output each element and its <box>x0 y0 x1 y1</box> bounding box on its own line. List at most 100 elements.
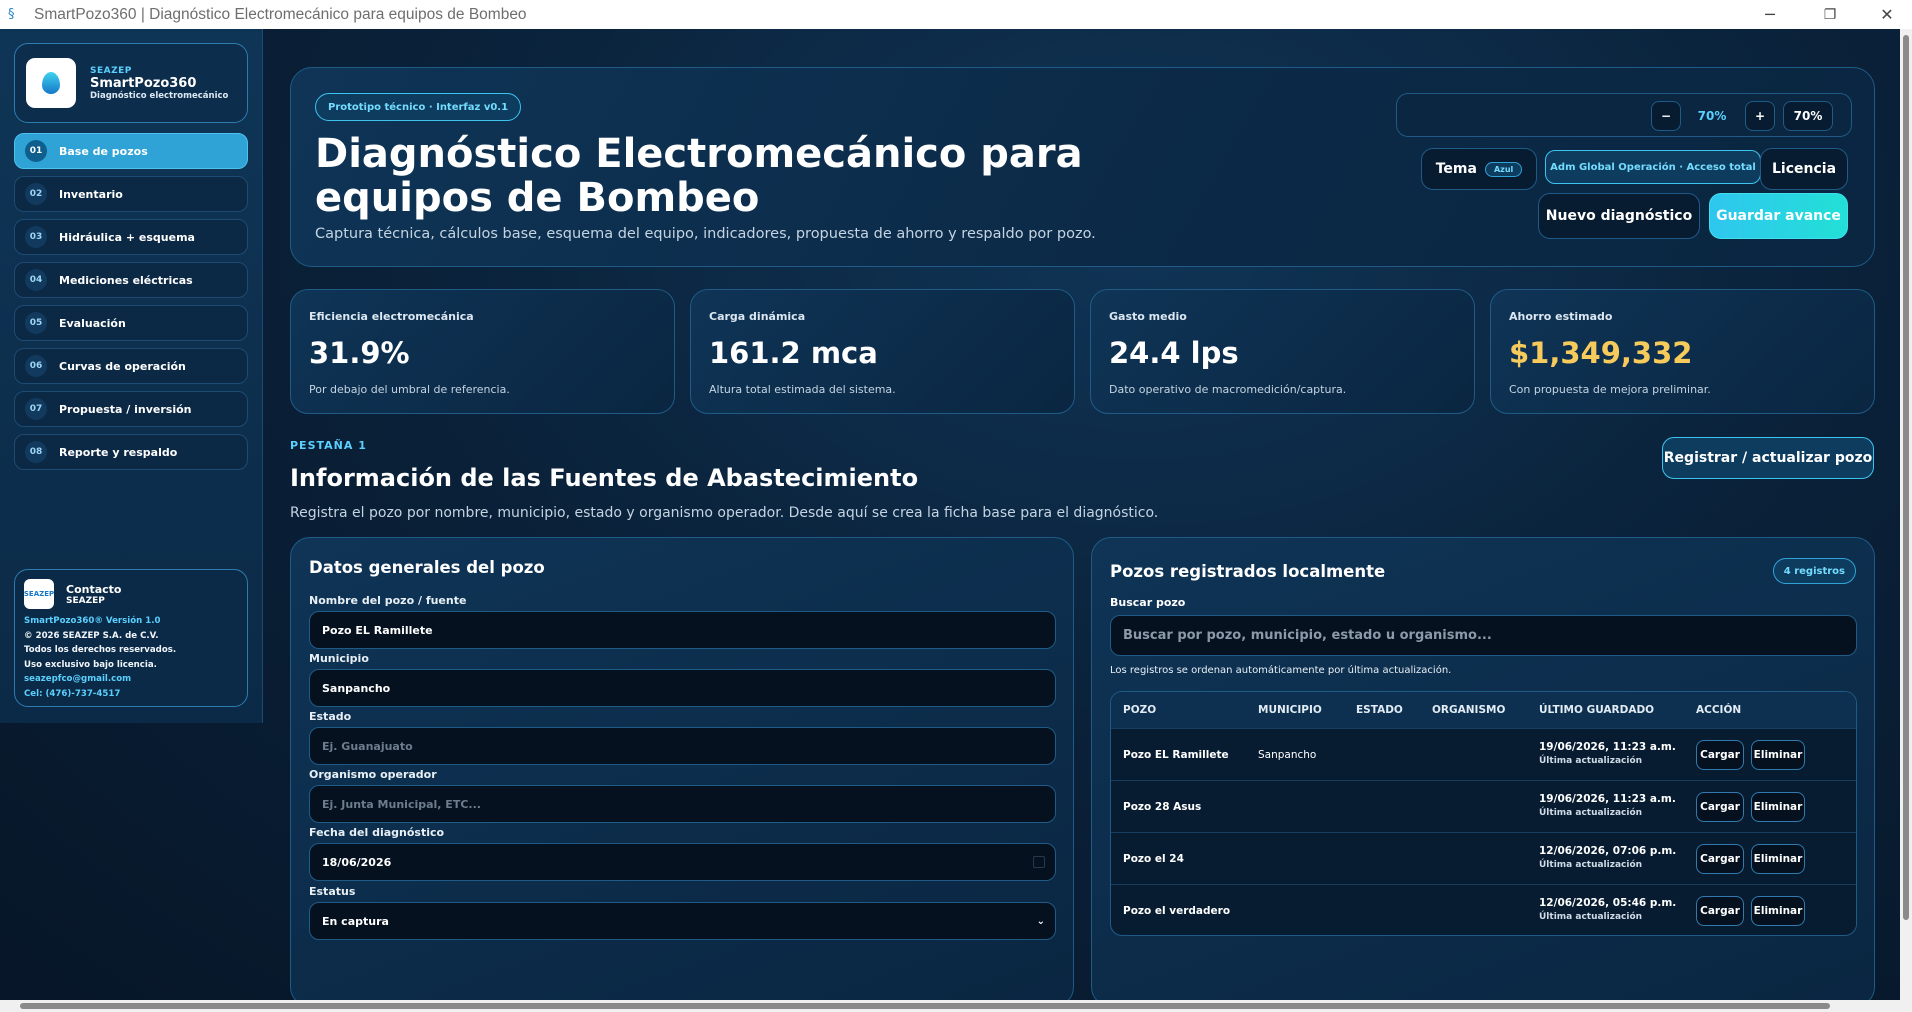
scrollbar-thumb[interactable] <box>20 1003 1830 1009</box>
kpi-value: $1,349,332 <box>1509 336 1693 370</box>
register-well-button[interactable]: Registrar / actualizar pozo <box>1662 437 1874 479</box>
close-icon[interactable]: ✕ <box>1862 0 1912 29</box>
save-progress-button[interactable]: Guardar avance <box>1709 193 1848 239</box>
nav-number: 07 <box>25 398 47 420</box>
kpi-value: 161.2 mca <box>709 336 878 370</box>
app-main: SEAZEP SmartPozo360 Diagnóstico electrom… <box>0 29 1900 1007</box>
zoom-out-button[interactable]: − <box>1651 101 1681 131</box>
cell-last-saved: 19/06/2026, 11:23 a.m. Última actualizaci… <box>1539 741 1676 768</box>
delete-button[interactable]: Eliminar <box>1751 739 1805 770</box>
cell-pozo: Pozo EL Ramillete <box>1123 748 1229 761</box>
delete-button[interactable]: Eliminar <box>1751 843 1805 874</box>
hero-panel: Prototipo técnico · Interfaz v0.1 Diagnó… <box>290 67 1875 267</box>
date-input[interactable]: 18/06/2026 <box>309 843 1056 881</box>
zoom-control: − 70% + 70% <box>1396 93 1852 137</box>
sidebar-item-label: Propuesta / inversión <box>59 402 192 416</box>
brand-tagline: Diagnóstico electromecánico <box>90 90 229 101</box>
contact-org: SEAZEP <box>66 595 105 606</box>
sidebar-item-propuesta[interactable]: 07 Propuesta / inversión <box>14 391 248 427</box>
cell-last-saved: 12/06/2026, 05:46 p.m. Última actualizaci… <box>1539 897 1676 924</box>
brand-name: SmartPozo360 <box>90 75 197 91</box>
theme-selector[interactable]: Tema Azul <box>1421 148 1537 190</box>
kpi-desc: Altura total estimada del sistema. <box>709 383 896 396</box>
sidebar-item-hidraulica[interactable]: 03 Hidráulica + esquema <box>14 219 248 255</box>
well-name-input[interactable] <box>309 611 1056 649</box>
nav-number: 01 <box>25 140 47 162</box>
list-title: Pozos registrados localmente <box>1110 562 1386 581</box>
kpi-value: 24.4 lps <box>1109 336 1239 370</box>
horizontal-scrollbar[interactable] <box>0 1000 1912 1012</box>
nav-number: 04 <box>25 269 47 291</box>
contact-email[interactable]: seazepfco@gmail.com <box>24 672 238 687</box>
kpi-card-carga: Carga dinámica 161.2 mca Altura total es… <box>690 289 1075 414</box>
well-form-card: Datos generales del pozo Nombre del pozo… <box>290 537 1074 1007</box>
license-button[interactable]: Licencia <box>1760 148 1848 190</box>
status-value: En captura <box>322 914 389 928</box>
kpi-row: Eficiencia electromecánica 31.9% Por deb… <box>290 289 1875 414</box>
kpi-label: Ahorro estimado <box>1509 310 1613 323</box>
zoom-reset-button[interactable]: 70% <box>1783 101 1833 131</box>
water-drop-icon <box>42 72 60 94</box>
kpi-label: Carga dinámica <box>709 310 806 323</box>
status-select[interactable]: En captura ⌄ <box>309 902 1056 940</box>
admin-access-badge[interactable]: Adm Global Operación · Acceso total <box>1545 150 1761 184</box>
estado-label: Estado <box>309 710 352 723</box>
zoom-value: 70% <box>1697 109 1727 123</box>
column-header: ACCIÓN <box>1696 704 1742 716</box>
sidebar-item-label: Hidráulica + esquema <box>59 230 195 244</box>
contact-phone: Cel: (476)-737-4517 <box>24 688 121 699</box>
contact-license: Uso exclusivo bajo licencia. <box>24 659 157 670</box>
kpi-desc: Dato operativo de macromedición/captura. <box>1109 383 1347 396</box>
nav-number: 02 <box>25 183 47 205</box>
load-button[interactable]: Cargar <box>1696 791 1744 822</box>
sidebar-item-label: Reporte y respaldo <box>59 445 178 459</box>
theme-label: Tema <box>1435 161 1477 177</box>
sidebar-item-evaluacion[interactable]: 05 Evaluación <box>14 305 248 341</box>
contact-logo: SEAZEP <box>24 579 54 609</box>
sidebar-item-inventario[interactable]: 02 Inventario <box>14 176 248 212</box>
maximize-icon[interactable]: ❐ <box>1805 0 1855 29</box>
load-button[interactable]: Cargar <box>1696 895 1744 926</box>
calendar-icon[interactable] <box>1033 856 1045 868</box>
column-header: ORGANISMO <box>1432 704 1506 716</box>
section-kicker: PESTAÑA 1 <box>290 439 367 452</box>
nav-number: 03 <box>25 226 47 248</box>
kpi-card-gasto: Gasto medio 24.4 lps Dato operativo de m… <box>1090 289 1475 414</box>
sidebar-item-curvas[interactable]: 06 Curvas de operación <box>14 348 248 384</box>
load-button[interactable]: Cargar <box>1696 843 1744 874</box>
cell-pozo: Pozo el verdadero <box>1123 904 1231 917</box>
last-saved-note: Última actualización <box>1539 808 1643 818</box>
sidebar-item-mediciones[interactable]: 04 Mediciones eléctricas <box>14 262 248 298</box>
search-input[interactable] <box>1110 615 1857 656</box>
new-diagnostic-button[interactable]: Nuevo diagnóstico <box>1538 193 1700 239</box>
scrollbar-thumb[interactable] <box>1903 35 1909 920</box>
page-title: Diagnóstico Electromecánico para equipos… <box>315 131 1083 221</box>
cell-last-saved: 19/06/2026, 11:23 a.m. Última actualizaci… <box>1539 793 1676 820</box>
contact-title: Contacto <box>66 582 122 596</box>
contact-rights: Todos los derechos reservados. <box>24 645 177 655</box>
contact-copyright: © 2026 SEAZEP S.A. de C.V. <box>24 630 159 641</box>
sidebar-item-base-de-pozos[interactable]: 01 Base de pozos <box>14 133 248 169</box>
delete-button[interactable]: Eliminar <box>1751 791 1805 822</box>
wells-table: POZO MUNICIPIO ESTADO ORGANISMO ÚLTIMO G… <box>1110 691 1857 936</box>
last-saved-date: 19/06/2026, 11:23 a.m. <box>1539 793 1676 805</box>
sort-hint: Los registros se ordenan automáticamente… <box>1110 665 1452 676</box>
sidebar-item-reporte[interactable]: 08 Reporte y respaldo <box>14 434 248 470</box>
organismo-input[interactable] <box>309 785 1056 823</box>
column-header: ESTADO <box>1356 704 1403 716</box>
minimize-icon[interactable]: ─ <box>1745 0 1795 29</box>
municipio-input[interactable] <box>309 669 1056 707</box>
load-button[interactable]: Cargar <box>1696 739 1744 770</box>
cell-last-saved: 12/06/2026, 07:06 p.m. Última actualizaci… <box>1539 845 1676 872</box>
estado-input[interactable] <box>309 727 1056 765</box>
zoom-in-button[interactable]: + <box>1745 101 1775 131</box>
last-saved-note: Última actualización <box>1539 912 1643 922</box>
municipio-label: Municipio <box>309 652 369 665</box>
delete-button[interactable]: Eliminar <box>1751 895 1805 926</box>
table-row: Pozo el 24 12/06/2026, 07:06 p.m. Última … <box>1111 832 1856 884</box>
sidebar-item-label: Mediciones eléctricas <box>59 273 193 287</box>
kpi-desc: Con propuesta de mejora preliminar. <box>1509 383 1711 396</box>
vertical-scrollbar[interactable] <box>1900 29 1912 1000</box>
search-label: Buscar pozo <box>1110 596 1186 609</box>
sidebar-item-label: Inventario <box>59 187 123 201</box>
